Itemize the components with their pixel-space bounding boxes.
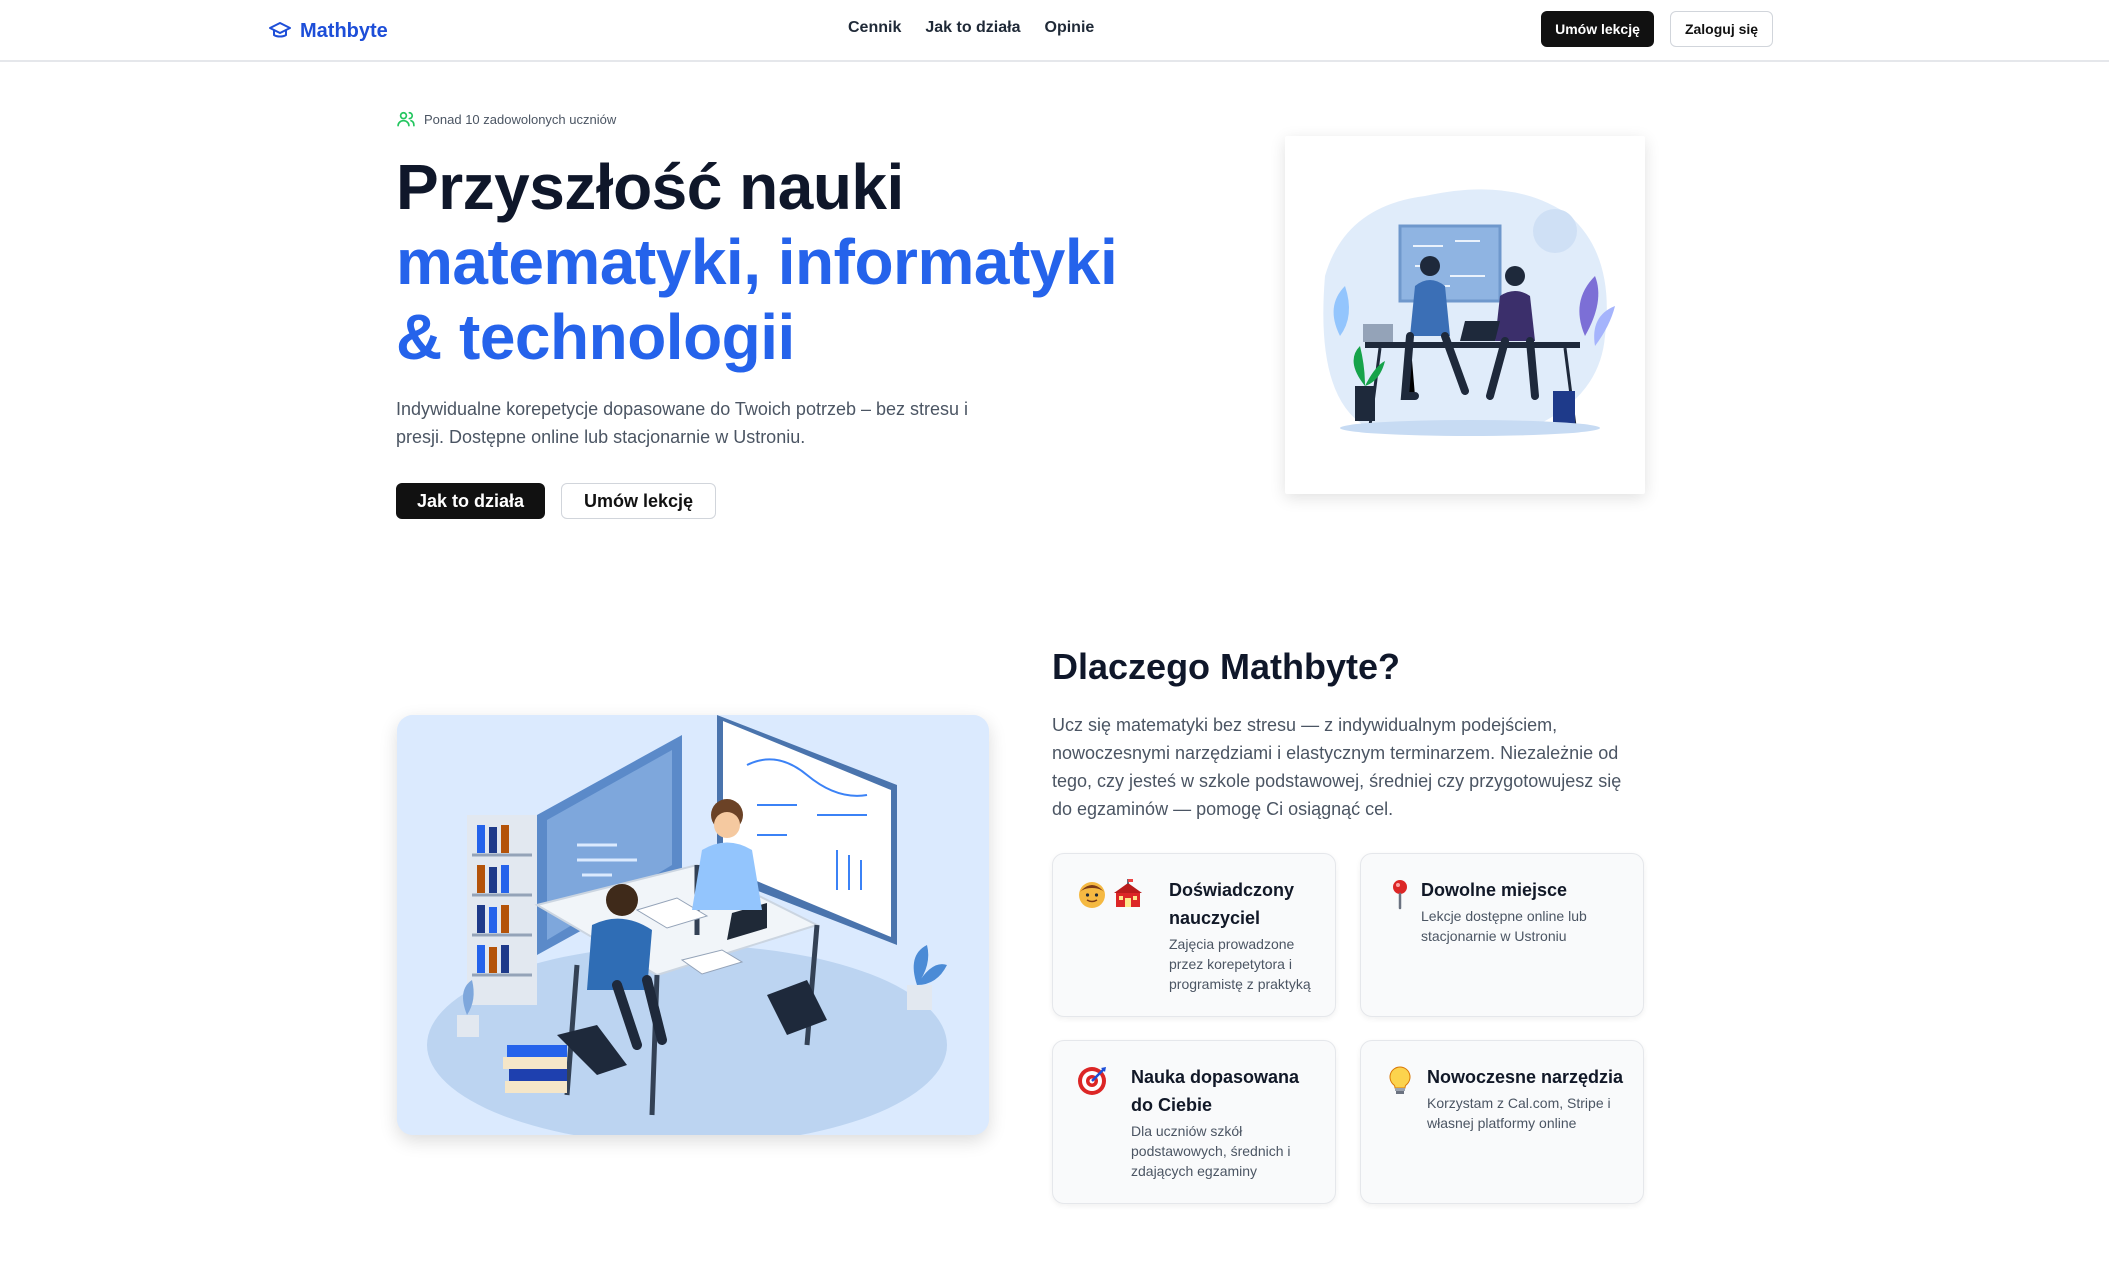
how-it-works-button[interactable]: Jak to działa [396,483,545,519]
target-icon [1078,1067,1106,1095]
hero-title-line-2: matematyki, informatyki [396,226,1118,298]
school-icon [1114,879,1142,907]
teacher-student-desk-illustration [397,715,989,1135]
nav-link-how-it-works[interactable]: Jak to działa [925,19,1020,37]
why-title: Dlaczego Mathbyte? [1052,646,1401,687]
feature-title: Nauka dopasowana do Ciebie [1131,1067,1300,1115]
feature-description: Dla uczniów szkół podstawowych, średnich… [1131,1123,1291,1179]
feature-description: Zajęcia prowadzone przez korepetytora i … [1169,936,1311,992]
brand-name: Mathbyte [300,19,388,42]
students-badge: Ponad 10 zadowolonych uczniów [396,109,616,129]
why-description: Ucz się matematyki bez stresu — z indywi… [1052,715,1622,819]
badge-text: Ponad 10 zadowolonych uczniów [424,111,617,127]
nav-link-pricing[interactable]: Cennik [848,19,901,37]
feature-card-modern-tools: Nowoczesne narzędzia Korzystam z Cal.com… [1360,1040,1644,1204]
hero-title-line-3: & technologii [396,301,795,373]
feature-card-experienced-teacher: Doświadczony nauczyciel Zajęcia prowadzo… [1052,853,1336,1017]
lightbulb-icon [1389,1066,1411,1094]
book-lesson-nav-button[interactable]: Umów lekcję [1541,11,1654,47]
navbar: Mathbyte Cennik Jak to działa Opinie Umó… [0,0,2109,62]
hero-illustration [1285,136,1645,494]
hero-subtitle: Indywidualne korepetycje dopasowane do T… [396,399,969,447]
feature-card-any-place: Dowolne miejsce Lekcje dostępne online l… [1360,853,1644,1017]
nav-link-reviews[interactable]: Opinie [1045,19,1095,37]
feature-title: Doświadczony nauczyciel [1169,880,1295,928]
students-studying-illustration [1323,189,1615,436]
feature-card-personalized-learning: Nauka dopasowana do Ciebie Dla uczniów s… [1052,1040,1336,1204]
main-nav: Cennik Jak to działa Opinie [848,19,1094,37]
feature-description: Korzystam z Cal.com, Stripe i własnej pl… [1427,1095,1611,1131]
hero-title: Przyszłość nauki matematyki, informatyki… [396,150,1176,375]
graduation-cap-icon [269,22,291,38]
users-icon [397,111,415,127]
brand-logo[interactable]: Mathbyte [268,17,388,45]
feature-title: Dowolne miejsce [1421,880,1568,900]
feature-description: Lekcje dostępne online lub stacjonarnie … [1421,908,1587,944]
login-button[interactable]: Zaloguj się [1670,11,1773,47]
book-lesson-button[interactable]: Umów lekcję [561,483,716,519]
hero-title-line-1: Przyszłość nauki [396,151,904,223]
feature-title: Nowoczesne narzędzia [1427,1067,1624,1087]
teacher-face-icon [1079,882,1105,908]
pin-icon [1393,880,1407,910]
tutoring-illustration [397,715,989,1135]
